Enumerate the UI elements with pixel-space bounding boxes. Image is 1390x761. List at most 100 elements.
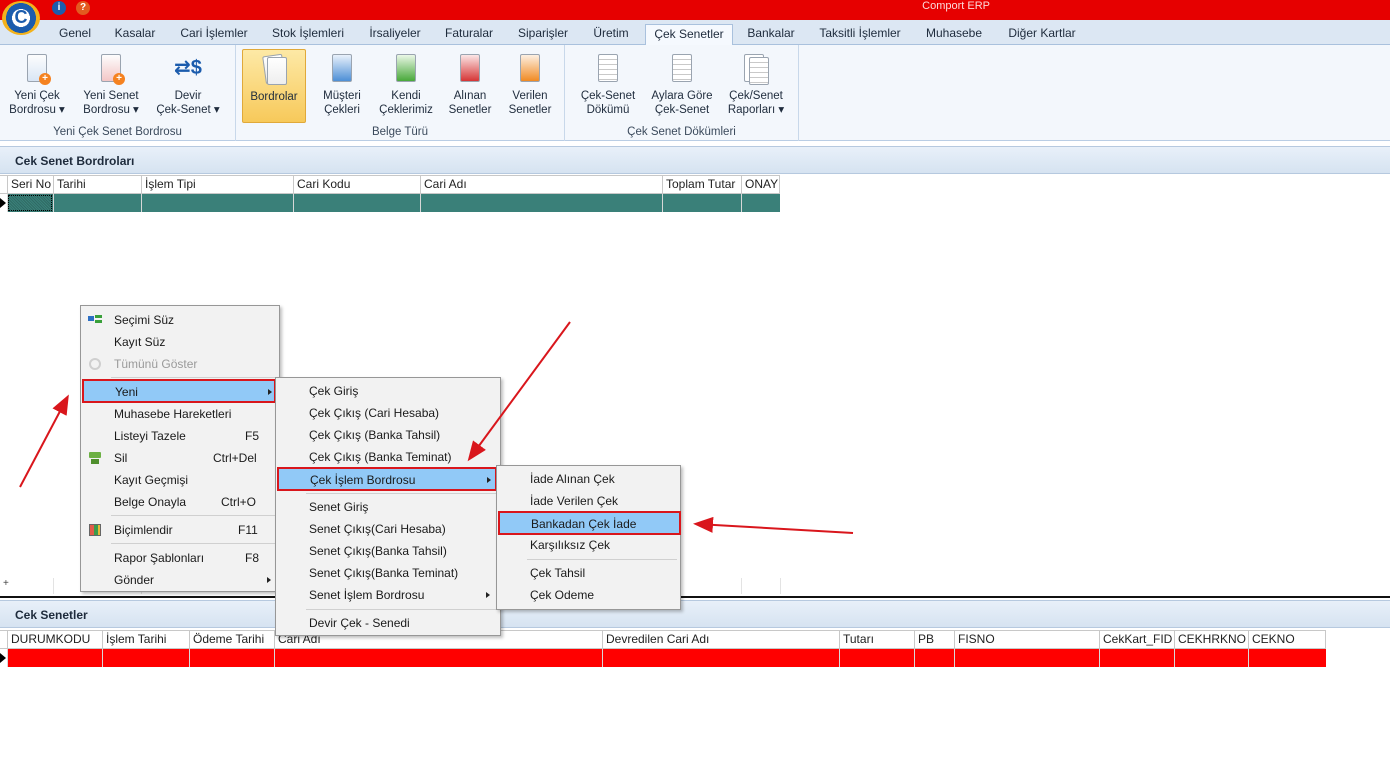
table-cell[interactable] [189,649,274,667]
menu-item-cek-odeme[interactable]: Çek Odeme [499,584,678,606]
button-label: Verilen [512,90,548,102]
column-header[interactable]: DURUMKODU [7,631,102,649]
menu-separator [111,543,277,544]
menu-item-senet-islem-bordrosu[interactable]: Senet İşlem Bordrosu [278,584,498,606]
bordrolar-button[interactable]: Bordrolar [242,49,306,123]
menu-item-cek-cikis-banka-tahsil[interactable]: Çek Çıkış (Banka Tahsil) [278,424,498,446]
menu-item-sil[interactable]: Sil Ctrl+Del [83,447,277,469]
menu-item-senet-cikis-banka-tahsil[interactable]: Senet Çıkış(Banka Tahsil) [278,540,498,562]
column-header[interactable]: Ödeme Tarihi [189,631,274,649]
tab-muhasebe[interactable]: Muhasebe [918,24,990,45]
tab-irsaliyeler[interactable]: İrsaliyeler [360,24,430,45]
table-cell[interactable] [293,194,420,212]
tab-kasalar[interactable]: Kasalar [106,24,164,45]
column-header[interactable]: Seri No [7,176,53,194]
column-header[interactable]: Cari Adı [420,176,662,194]
table-cell[interactable] [141,194,293,212]
devir-cek-senet-button[interactable]: ⇄$ Devir Çek-Senet ▾ [152,49,224,117]
table-row[interactable] [0,649,1326,667]
menu-item-listeyi-tazele[interactable]: Listeyi Tazele F5 [83,425,277,447]
column-header[interactable]: PB [914,631,954,649]
reports-icon [742,53,770,85]
menu-item-kayit-suz[interactable]: Kayıt Süz [83,331,277,353]
table-cell[interactable] [420,194,662,212]
row-indicator-icon [0,194,7,212]
menu-item-yeni[interactable]: Yeni [82,379,276,403]
column-header[interactable]: İşlem Tipi [141,176,293,194]
column-header[interactable]: CEKHRKNO [1174,631,1248,649]
yeni-senet-bordrosu-button[interactable]: + Yeni Senet Bordrosu ▾ [76,49,146,117]
panel-splitter[interactable] [0,596,1390,598]
column-header[interactable]: Tutarı [839,631,914,649]
menu-item-muhasebe-hareketleri[interactable]: Muhasebe Hareketleri [83,403,277,425]
tab-taksitli-islemler[interactable]: Taksitli İşlemler [810,24,910,45]
column-header[interactable]: ONAY [741,176,780,194]
table-cell[interactable] [53,194,141,212]
tab-cari-islemler[interactable]: Cari İşlemler [172,24,256,45]
tab-faturalar[interactable]: Faturalar [437,24,501,45]
alinan-senetler-button[interactable]: Alınan Senetler [440,49,500,117]
info-icon[interactable]: i [52,1,66,15]
menu-item-bicimlendir[interactable]: Biçimlendir F11 [83,519,277,541]
aylara-gore-cek-senet-button[interactable]: Aylara Göre Çek-Senet [647,49,717,117]
menu-item-cek-tahsil[interactable]: Çek Tahsil [499,562,678,584]
tab-bankalar[interactable]: Bankalar [740,24,802,45]
tab-siparisler[interactable]: Siparişler [509,24,577,45]
tab-diger-kartlar[interactable]: Diğer Kartlar [998,24,1086,45]
table-cell[interactable] [1174,649,1248,667]
table-cell[interactable] [662,194,741,212]
menu-item-cek-giris[interactable]: Çek Giriş [278,380,498,402]
table-cell[interactable] [274,649,602,667]
expand-icon[interactable]: + [3,578,9,589]
table-cell[interactable] [7,194,53,212]
table-cell[interactable] [7,649,102,667]
menu-item-belge-onayla[interactable]: Belge Onayla Ctrl+O [83,491,277,513]
table-cell[interactable] [102,649,189,667]
menu-item-senet-giris[interactable]: Senet Giriş [278,496,498,518]
table-row[interactable] [0,194,780,212]
menu-item-bankadan-cek-iade[interactable]: Bankadan Çek İade [498,511,681,535]
column-header[interactable]: Cari Kodu [293,176,420,194]
menu-item-karsiliksiz-cek[interactable]: Karşılıksız Çek [499,534,678,556]
kendi-ceklerimiz-button[interactable]: Kendi Çeklerimiz [376,49,436,117]
tab-uretim[interactable]: Üretim [584,24,638,45]
column-header[interactable]: CekKart_FID [1099,631,1174,649]
menu-item-cek-cikis-cari[interactable]: Çek Çıkış (Cari Hesaba) [278,402,498,424]
table-cell[interactable] [914,649,954,667]
column-header[interactable]: İşlem Tarihi [102,631,189,649]
table-cell[interactable] [839,649,914,667]
menu-item-iade-verilen-cek[interactable]: İade Verilen Çek [499,490,678,512]
tab-stok-islemleri[interactable]: Stok İşlemleri [264,24,352,45]
menu-item-devir-cek-senedi[interactable]: Devir Çek - Senedi [278,612,498,634]
column-header[interactable]: Tarihi [53,176,141,194]
help-icon[interactable]: ? [76,1,90,15]
column-header[interactable]: CEKNO [1248,631,1326,649]
table-cell[interactable] [1099,649,1174,667]
column-header[interactable]: Devredilen Cari Adı [602,631,839,649]
ribbon-group-label: Belge Türü [371,126,429,138]
menu-item-rapor-sablonlari[interactable]: Rapor Şablonları F8 [83,547,277,569]
footer-cell [53,578,54,594]
tab-genel[interactable]: Genel [50,24,100,45]
table-cell[interactable] [1248,649,1326,667]
table-cell[interactable] [741,194,780,212]
cek-senet-raporlari-button[interactable]: Çek/Senet Raporları ▾ [723,49,789,117]
table-cell[interactable] [954,649,1099,667]
menu-item-secimi-suz[interactable]: Seçimi Süz [83,309,277,331]
menu-item-senet-cikis-cari[interactable]: Senet Çıkış(Cari Hesaba) [278,518,498,540]
yeni-cek-bordrosu-button[interactable]: + Yeni Çek Bordrosu ▾ [4,49,70,117]
menu-item-gonder[interactable]: Gönder [83,569,277,591]
menu-item-cek-islem-bordrosu[interactable]: Çek İşlem Bordrosu [277,467,497,491]
menu-item-cek-cikis-banka-teminat[interactable]: Çek Çıkış (Banka Teminat) [278,446,498,468]
verilen-senetler-button[interactable]: Verilen Senetler [500,49,560,117]
app-logo[interactable]: C [2,1,40,35]
menu-item-kayit-gecmisi[interactable]: Kayıt Geçmişi [83,469,277,491]
menu-item-senet-cikis-banka-teminat[interactable]: Senet Çıkış(Banka Teminat) [278,562,498,584]
musteri-cekleri-button[interactable]: Müşteri Çekleri [312,49,372,117]
tab-cek-senetler[interactable]: Çek Senetler [645,24,733,46]
menu-item-iade-alinan-cek[interactable]: İade Alınan Çek [499,468,678,490]
table-cell[interactable] [602,649,839,667]
cek-senet-dokumu-button[interactable]: Çek-Senet Dökümü [575,49,641,117]
column-header[interactable]: Toplam Tutar [662,176,741,194]
column-header[interactable]: FISNO [954,631,1099,649]
